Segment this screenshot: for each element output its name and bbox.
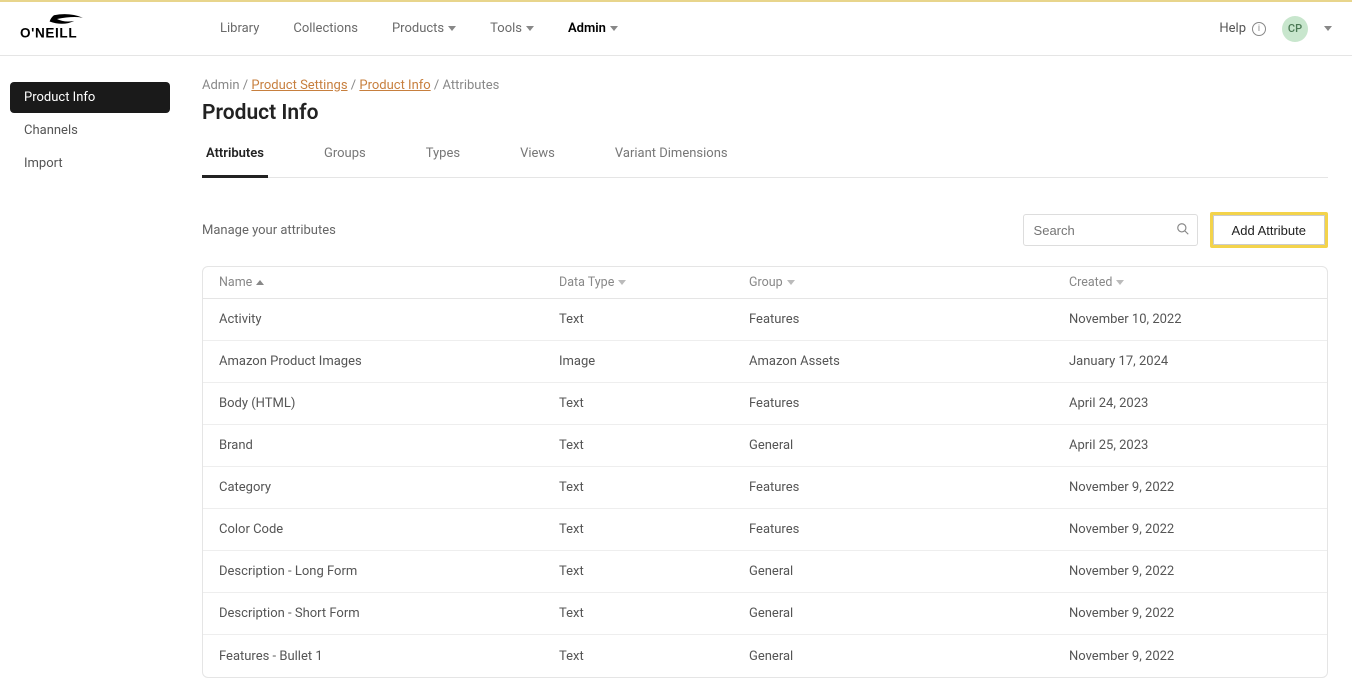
logo-wrap: O'NEILL [20,14,220,44]
cell-group: Features [733,480,1053,495]
col-name[interactable]: Name [203,275,543,290]
table-row[interactable]: CategoryTextFeaturesNovember 9, 2022 [203,467,1327,509]
cell-type: Text [543,649,733,664]
cell-name: Features - Bullet 1 [203,649,543,664]
nav-admin[interactable]: Admin [568,21,618,36]
cell-type: Image [543,354,733,369]
cell-type: Text [543,312,733,327]
table-header: Name Data Type Group Created [203,267,1327,299]
nav-library[interactable]: Library [220,21,259,36]
tab-groups[interactable]: Groups [320,146,370,178]
cell-name: Amazon Product Images [203,354,543,369]
add-attribute-highlight: Add Attribute [1210,212,1328,248]
cell-type: Text [543,480,733,495]
cell-name: Brand [203,438,543,453]
search-icon [1176,222,1190,236]
sort-icon [787,280,795,285]
cell-name: Description - Short Form [203,606,543,621]
cell-created: November 9, 2022 [1053,480,1327,495]
crumb-current: Attributes [443,78,500,93]
cell-created: November 9, 2022 [1053,649,1327,664]
user-menu-chevron-icon[interactable] [1324,26,1332,31]
page-title: Product Info [202,101,1328,125]
cell-created: November 9, 2022 [1053,564,1327,579]
col-created[interactable]: Created [1053,275,1327,290]
avatar[interactable]: CP [1282,16,1308,42]
cell-created: November 9, 2022 [1053,606,1327,621]
info-icon: i [1252,22,1266,36]
table-row[interactable]: Body (HTML)TextFeaturesApril 24, 2023 [203,383,1327,425]
tab-attributes[interactable]: Attributes [202,146,268,178]
crumb-product-settings[interactable]: Product Settings [251,78,347,93]
sort-icon [618,280,626,285]
cell-name: Activity [203,312,543,327]
help-label: Help [1219,21,1246,36]
tab-variant-dimensions[interactable]: Variant Dimensions [611,146,732,178]
search-input[interactable] [1023,214,1198,246]
help-link[interactable]: Help i [1219,21,1266,36]
table-row[interactable]: ActivityTextFeaturesNovember 10, 2022 [203,299,1327,341]
attributes-table: Name Data Type Group Created ActivityTex… [202,266,1328,678]
cell-created: November 9, 2022 [1053,522,1327,537]
cell-created: January 17, 2024 [1053,354,1327,369]
table-row[interactable]: Description - Short FormTextGeneralNovem… [203,593,1327,635]
table-row[interactable]: Description - Long FormTextGeneralNovemb… [203,551,1327,593]
cell-created: November 10, 2022 [1053,312,1327,327]
main-nav: Library Collections Products Tools Admin [220,21,618,36]
cell-type: Text [543,396,733,411]
cell-name: Category [203,480,543,495]
tab-types[interactable]: Types [422,146,464,178]
nav-tools[interactable]: Tools [490,21,534,36]
crumb-product-info[interactable]: Product Info [359,78,430,93]
brand-logo[interactable]: O'NEILL [20,14,94,40]
toolbar: Manage your attributes Add Attribute [202,212,1328,248]
col-data-type[interactable]: Data Type [543,275,733,290]
tabs: Attributes Groups Types Views Variant Dimens… [202,145,1328,178]
cell-type: Text [543,438,733,453]
cell-group: General [733,649,1053,664]
table-row[interactable]: BrandTextGeneralApril 25, 2023 [203,425,1327,467]
sidebar: Product InfoChannelsImport [0,56,180,678]
top-bar: O'NEILL Library Collections Products Tools A… [0,0,1352,56]
svg-text:O'NEILL: O'NEILL [20,25,77,40]
main-content: Admin / Product Settings / Product Info … [180,56,1352,678]
chevron-down-icon [610,26,618,31]
search-box [1023,214,1198,246]
cell-group: Features [733,312,1053,327]
nav-products[interactable]: Products [392,21,456,36]
sort-asc-icon [256,280,264,285]
sort-icon [1116,280,1124,285]
cell-group: General [733,438,1053,453]
table-row[interactable]: Amazon Product ImagesImageAmazon AssetsJ… [203,341,1327,383]
cell-name: Color Code [203,522,543,537]
cell-group: Features [733,522,1053,537]
chevron-down-icon [448,26,456,31]
table-row[interactable]: Features - Bullet 1TextGeneralNovember 9… [203,635,1327,677]
sidebar-item-product-info[interactable]: Product Info [10,82,170,113]
topbar-right: Help i CP [1219,16,1332,42]
cell-group: General [733,564,1053,579]
chevron-down-icon [526,26,534,31]
table-row[interactable]: Color CodeTextFeaturesNovember 9, 2022 [203,509,1327,551]
cell-group: Features [733,396,1053,411]
cell-name: Description - Long Form [203,564,543,579]
sidebar-item-channels[interactable]: Channels [10,115,170,146]
toolbar-description: Manage your attributes [202,223,1023,238]
nav-collections[interactable]: Collections [293,21,358,36]
add-attribute-button[interactable]: Add Attribute [1213,215,1325,245]
cell-group: General [733,606,1053,621]
cell-type: Text [543,522,733,537]
sidebar-item-import[interactable]: Import [10,148,170,179]
breadcrumb: Admin / Product Settings / Product Info … [202,78,1328,93]
cell-group: Amazon Assets [733,354,1053,369]
cell-created: April 24, 2023 [1053,396,1327,411]
cell-created: April 25, 2023 [1053,438,1327,453]
cell-name: Body (HTML) [203,396,543,411]
tab-views[interactable]: Views [516,146,559,178]
col-group[interactable]: Group [733,275,1053,290]
cell-type: Text [543,564,733,579]
cell-type: Text [543,606,733,621]
crumb-admin: Admin [202,78,240,93]
